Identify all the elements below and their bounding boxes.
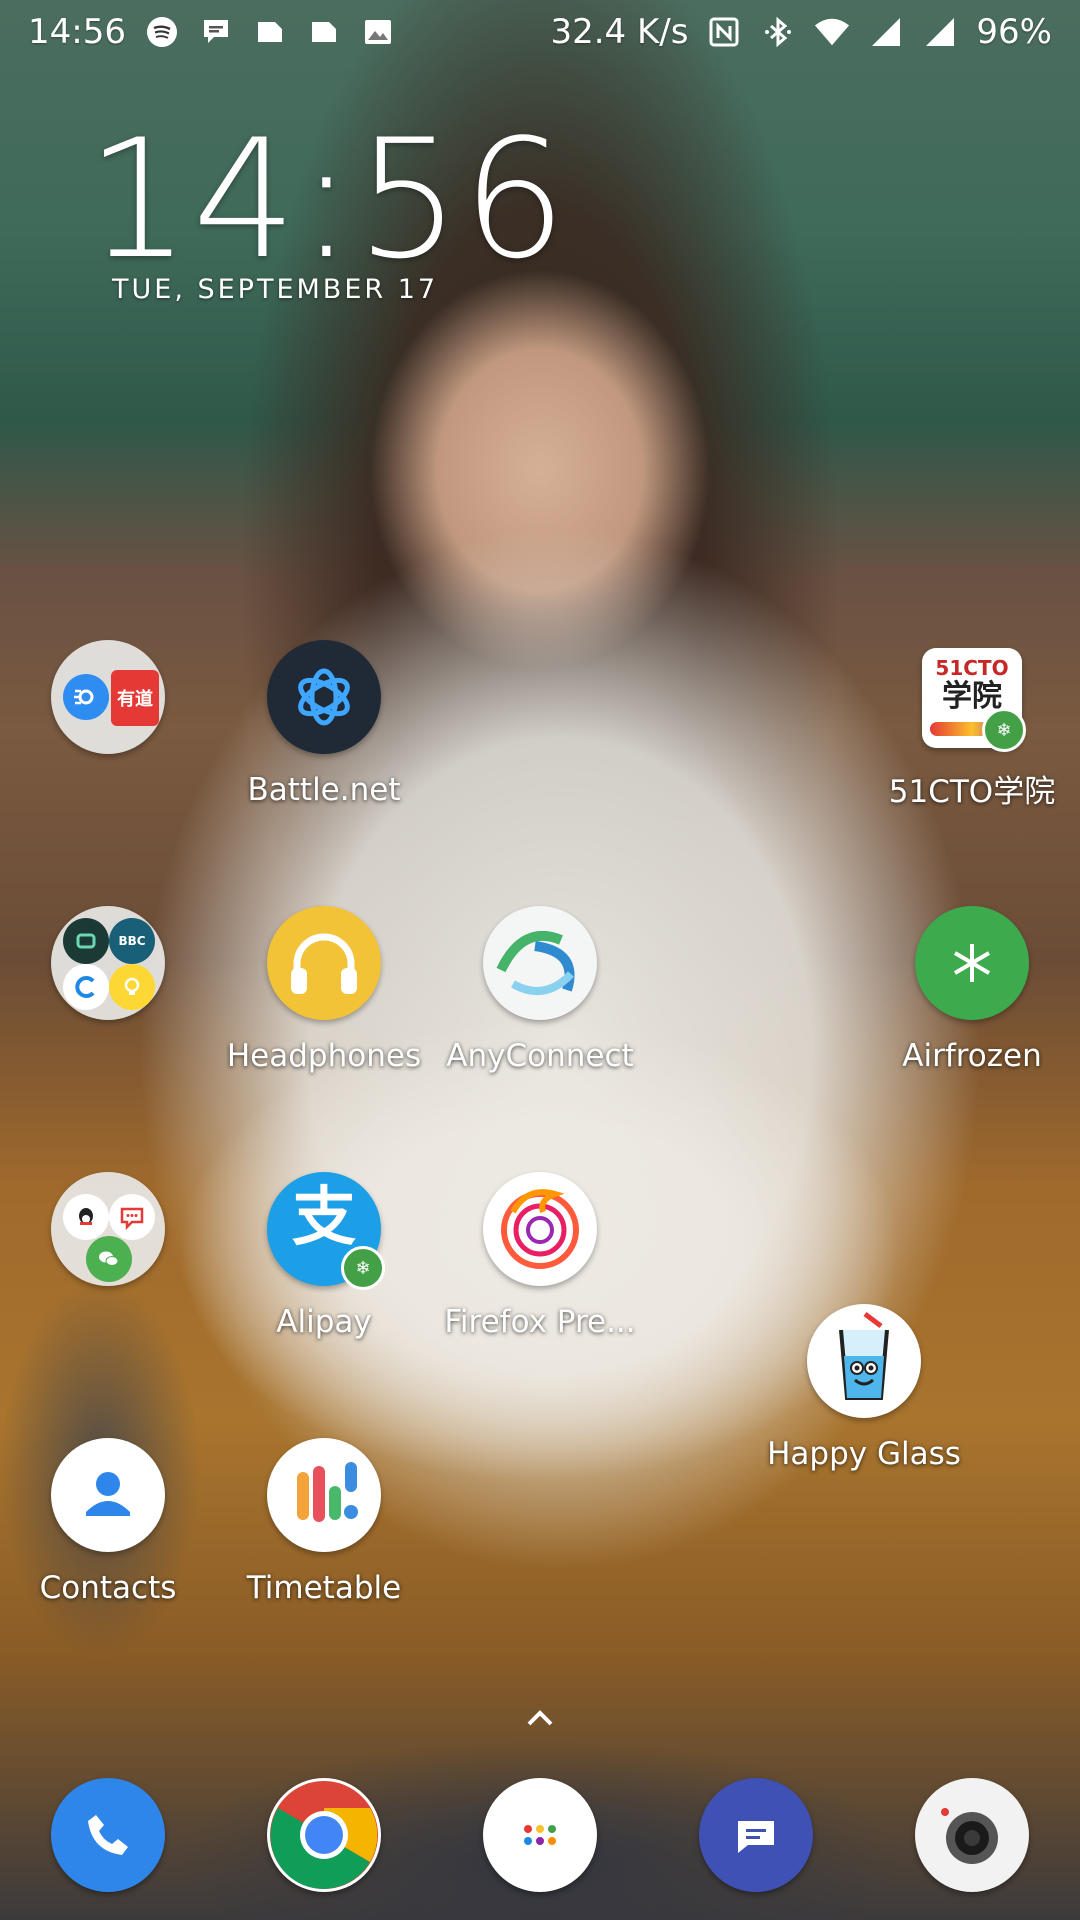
contacts-icon: [51, 1438, 165, 1552]
home-screen: 14:56 32.4 K/s 96% 14:56 TUE, SEPTEMBER …: [0, 0, 1080, 1920]
youdao-icon: 有道: [111, 670, 159, 726]
bluetooth-icon: [760, 14, 796, 50]
phone-icon[interactable]: [51, 1778, 165, 1892]
chat-icon: [109, 1194, 155, 1240]
folder-3[interactable]: [0, 1172, 216, 1304]
status-left: 14:56: [28, 12, 396, 52]
app-label: Timetable: [246, 1570, 402, 1606]
dashcam-icon: [63, 918, 109, 964]
lightbulb-icon: [109, 964, 155, 1010]
qq-icon: [63, 1194, 109, 1240]
app-timetable[interactable]: Timetable: [216, 1438, 432, 1606]
app-label: 51CTO学院: [888, 774, 1056, 810]
chrome-icon[interactable]: [267, 1778, 381, 1892]
happy-glass-icon: [807, 1304, 921, 1418]
alipay-icon: 支 ❄: [267, 1172, 385, 1290]
alipay-glyph: 支: [292, 1181, 356, 1255]
app-label: Headphones: [226, 1038, 422, 1074]
app-label: Alipay: [276, 1304, 372, 1340]
app-happy-glass[interactable]: Happy Glass: [756, 1304, 972, 1472]
signal-icon: [922, 14, 958, 50]
snowflake-icon: [915, 906, 1029, 1020]
folder-icon: 有道: [51, 640, 165, 754]
app-firefox-preview[interactable]: Firefox Pre...: [432, 1172, 648, 1340]
status-right: 32.4 K/s 96%: [550, 12, 1052, 52]
messages-icon[interactable]: [699, 1778, 813, 1892]
folder-icon: BBC: [51, 906, 165, 1020]
chevron-up-icon[interactable]: [522, 1700, 558, 1736]
battlenet-icon: [267, 640, 381, 754]
app-label: Firefox Pre...: [444, 1304, 636, 1340]
app-contacts[interactable]: Contacts: [0, 1438, 216, 1606]
51cto-logo-text: 51CTO: [935, 656, 1009, 680]
sd-card-icon: [306, 14, 342, 50]
app-battlenet[interactable]: Battle.net: [216, 640, 432, 808]
app-label: AnyConnect: [446, 1038, 634, 1074]
camera-icon[interactable]: [915, 1778, 1029, 1892]
wechat-icon: [86, 1236, 132, 1282]
clock-widget-date[interactable]: TUE, SEPTEMBER 17: [112, 274, 438, 305]
folder-1[interactable]: 有道: [0, 640, 216, 772]
headphones-icon: [267, 906, 381, 1020]
folder-2[interactable]: BBC: [0, 906, 216, 1038]
c-icon: [63, 964, 109, 1010]
clock-widget-time[interactable]: 14:56: [86, 118, 569, 282]
app-anyconnect[interactable]: AnyConnect: [432, 906, 648, 1074]
app-headphones[interactable]: Headphones: [216, 906, 432, 1074]
sd-card-icon: [252, 14, 288, 50]
status-time: 14:56: [28, 12, 126, 52]
anyconnect-icon: [483, 906, 597, 1020]
timetable-icon: [267, 1438, 381, 1552]
snowflake-badge-icon: ❄: [982, 708, 1026, 752]
51cto-icon: 51CTO 学院 ❄: [922, 648, 1026, 752]
network-speed: 32.4 K/s: [550, 12, 689, 52]
app-drawer-icon[interactable]: [483, 1778, 597, 1892]
app-51cto[interactable]: 51CTO 学院 ❄ 51CTO学院: [864, 640, 1080, 811]
app-label: Battle.net: [247, 772, 401, 808]
folder-icon: [51, 1172, 165, 1286]
nfc-icon: [706, 14, 742, 50]
battery-level: 96%: [976, 12, 1052, 52]
wifi-icon: [814, 14, 850, 50]
app-label: Happy Glass: [767, 1436, 961, 1472]
app-alipay[interactable]: 支 ❄ Alipay: [216, 1172, 432, 1340]
image-icon: [360, 14, 396, 50]
speed-icon: [63, 674, 109, 720]
app-airfrozen[interactable]: Airfrozen: [864, 906, 1080, 1074]
app-label: Contacts: [39, 1570, 177, 1606]
chat-bubble-icon: [198, 14, 234, 50]
signal-icon: [868, 14, 904, 50]
app-label: Airfrozen: [902, 1038, 1042, 1074]
snowflake-badge-icon: ❄: [341, 1246, 385, 1290]
status-bar: 14:56 32.4 K/s 96%: [0, 0, 1080, 64]
bbc-learning-english-icon: BBC: [109, 918, 155, 964]
spotify-icon: [144, 14, 180, 50]
firefox-icon: [483, 1172, 597, 1286]
